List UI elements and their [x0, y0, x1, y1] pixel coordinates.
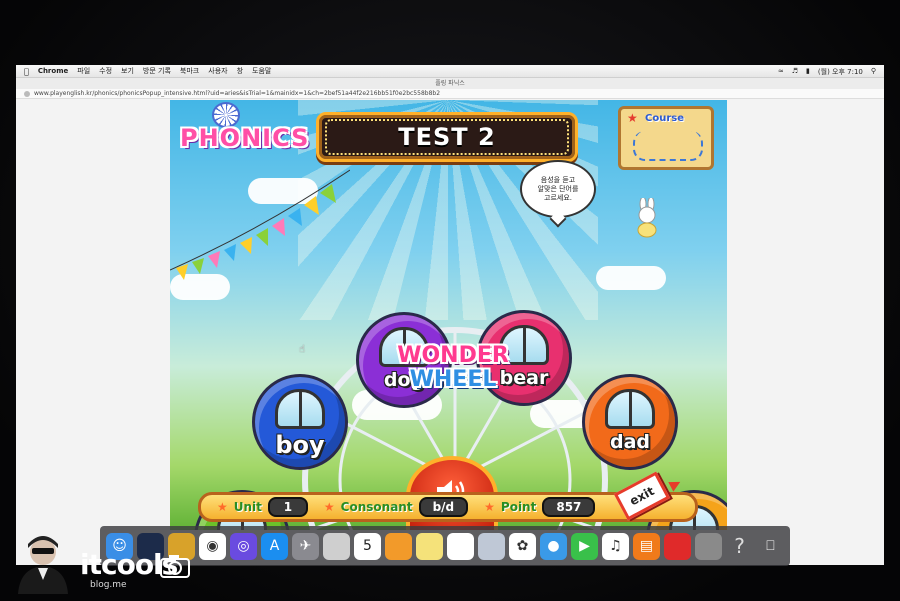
- music-icon[interactable]: ♫: [602, 532, 629, 560]
- menu-item-help[interactable]: 도움말: [252, 66, 271, 76]
- bunny-icon: [637, 198, 657, 238]
- apple-icon[interactable]: : [24, 67, 29, 76]
- star-icon: ★: [627, 111, 638, 125]
- system-preferences-icon[interactable]: [695, 532, 722, 560]
- pages-icon[interactable]: [385, 532, 412, 560]
- point-value: 857: [542, 497, 596, 517]
- photos-icon[interactable]: ✿: [509, 532, 536, 560]
- unit-label: Unit: [233, 500, 262, 514]
- photos-viewer-icon[interactable]: [323, 532, 350, 560]
- info-icon[interactable]: [24, 90, 30, 97]
- test-banner: TEST 2: [316, 112, 578, 162]
- menu-item-people[interactable]: 사용자: [208, 66, 227, 76]
- test-title: TEST 2: [398, 123, 496, 151]
- star-icon: ★: [484, 500, 495, 514]
- instruction-bubble: 음성을 듣고 알맞은 단어를 고르세요.: [520, 160, 596, 218]
- volume-icon[interactable]: ♬: [792, 67, 798, 77]
- url-text[interactable]: www.playenglish.kr/phonics/phonicsPopup_…: [34, 90, 440, 97]
- reminders-icon[interactable]: [447, 532, 474, 560]
- books-icon[interactable]: ▤: [633, 532, 660, 560]
- siri-icon[interactable]: ◎: [230, 532, 257, 560]
- menu-item-edit[interactable]: 수정: [99, 66, 112, 76]
- course-path-map: [633, 131, 703, 161]
- gondola-window: [605, 389, 655, 429]
- calendar-icon[interactable]: 5: [354, 532, 381, 560]
- photo-frame:  Chrome 파일 수정 보기 방문 기록 북마크 사용자 창 도움말 ≈ …: [0, 0, 900, 601]
- watermark: itcools blog.me: [10, 528, 200, 596]
- wonder-wheel-logo: WONDER WHEEL: [388, 344, 518, 392]
- course-label: Course: [645, 113, 684, 124]
- menu-item-file[interactable]: 파일: [77, 66, 90, 76]
- menu-item-window[interactable]: 창: [237, 66, 243, 76]
- gondola-word: dad: [609, 431, 651, 453]
- help-icon[interactable]: ?: [726, 533, 753, 560]
- window-title: 플링 파닉스: [16, 78, 884, 89]
- chrome-icon[interactable]: ◉: [199, 532, 226, 560]
- watermark-subtitle: blog.me: [90, 580, 127, 590]
- calendar-day: 5: [363, 538, 372, 554]
- menu-app-name[interactable]: Chrome: [38, 67, 68, 75]
- gondola-dad[interactable]: dad: [582, 374, 678, 470]
- trash-icon[interactable]: ⎕: [757, 533, 784, 560]
- bunting-flags: [170, 169, 350, 280]
- gondola-boy[interactable]: boy: [252, 374, 348, 470]
- hand-cursor-icon: ☝: [299, 344, 306, 355]
- avatar: [18, 536, 68, 594]
- menu-item-view[interactable]: 보기: [121, 66, 134, 76]
- star-icon: ★: [217, 500, 228, 514]
- course-button[interactable]: ★ Course: [618, 106, 714, 170]
- wifi-icon[interactable]: ≈: [778, 67, 784, 77]
- point-label: Point: [500, 500, 537, 514]
- consonant-label: Consonant: [340, 500, 413, 514]
- dock: ☺ ◉ ◎ A ✈ 5 ✿ ● ▶ ♫ ▤? ⎕: [100, 526, 790, 566]
- help-glyph: ?: [734, 534, 745, 558]
- messages-icon[interactable]: ●: [540, 532, 567, 560]
- menu-status-area: ≈ ♬ ▮ (월) 오후 7:10 ⚲: [778, 67, 876, 77]
- camera-icon: [160, 555, 190, 578]
- facetime-icon[interactable]: ▶: [571, 532, 598, 560]
- unit-value: 1: [267, 497, 308, 517]
- instruction-text: 음성을 듣고 알맞은 단어를 고르세요.: [537, 175, 579, 202]
- app-store-icon[interactable]: A: [261, 532, 288, 560]
- launchpad-icon[interactable]: ✈: [292, 532, 319, 560]
- roblox-icon[interactable]: [664, 532, 691, 560]
- consonant-value: b/d: [418, 497, 469, 517]
- phonics-logo: PHONICS: [180, 124, 310, 152]
- address-bar[interactable]: www.playenglish.kr/phonics/phonicsPopup_…: [16, 89, 884, 99]
- gondola-window: [275, 389, 325, 429]
- star-icon: ★: [323, 500, 335, 514]
- battery-icon[interactable]: ▮: [806, 67, 810, 77]
- monitor-screen:  Chrome 파일 수정 보기 방문 기록 북마크 사용자 창 도움말 ≈ …: [16, 65, 884, 565]
- notes-icon[interactable]: [416, 532, 443, 560]
- menu-bar:  Chrome 파일 수정 보기 방문 기록 북마크 사용자 창 도움말 ≈ …: [16, 65, 884, 78]
- menu-item-history[interactable]: 방문 기록: [143, 66, 171, 76]
- preview-icon[interactable]: [478, 532, 505, 560]
- phonics-game: PHONICS TEST 2 ★ Course 음성을 듣고 알맞은 단어를 고…: [170, 100, 727, 530]
- menu-item-bookmarks[interactable]: 북마크: [180, 66, 199, 76]
- wonder-wheel-line-2: WHEEL: [409, 367, 497, 392]
- gondola-word: boy: [275, 431, 325, 459]
- spotlight-icon[interactable]: ⚲: [871, 67, 876, 77]
- menu-clock[interactable]: (월) 오후 7:10: [818, 67, 863, 77]
- wonder-wheel-line-1: WONDER: [397, 343, 509, 368]
